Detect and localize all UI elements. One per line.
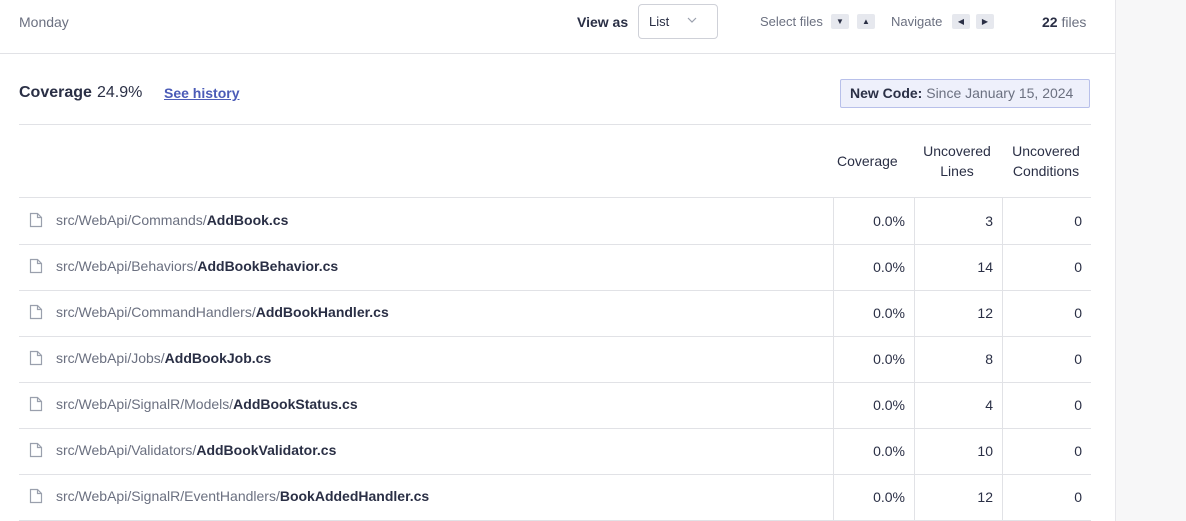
column-header-uncovered-conditions-line1: Uncovered xyxy=(1012,143,1080,159)
file-directory: src/WebApi/CommandHandlers/ xyxy=(56,304,256,320)
table-row[interactable]: src/WebApi/CommandHandlers/AddBookHandle… xyxy=(19,290,1091,337)
uncovered-conditions-cell[interactable]: 0 xyxy=(1074,397,1082,413)
right-panel xyxy=(1115,0,1186,521)
uncovered-lines-cell[interactable]: 3 xyxy=(985,213,993,229)
coverage-cell: 0.0% xyxy=(873,443,905,459)
column-header-uncovered-lines-line2: Lines xyxy=(940,163,974,179)
file-count-unit: files xyxy=(1061,14,1087,30)
file-directory: src/WebApi/Validators/ xyxy=(56,442,197,458)
file-path-link[interactable]: src/WebApi/SignalR/Models/AddBookStatus.… xyxy=(56,396,358,412)
coverage-cell: 0.0% xyxy=(873,351,905,367)
file-directory: src/WebApi/Jobs/ xyxy=(56,350,165,366)
file-count: 22 files xyxy=(1042,14,1086,30)
table-row[interactable]: src/WebApi/Behaviors/AddBookBehavior.cs 0… xyxy=(19,244,1091,291)
uncovered-conditions-cell[interactable]: 0 xyxy=(1074,259,1082,275)
file-count-number: 22 xyxy=(1042,14,1058,30)
coverage-cell: 0.0% xyxy=(873,213,905,229)
view-as-select[interactable]: List xyxy=(638,4,718,39)
file-icon xyxy=(29,212,43,228)
file-path-link[interactable]: src/WebApi/SignalR/EventHandlers/BookAdd… xyxy=(56,488,429,504)
file-directory: src/WebApi/Behaviors/ xyxy=(56,258,198,274)
coverage-cell: 0.0% xyxy=(873,397,905,413)
file-path-link[interactable]: src/WebApi/Jobs/AddBookJob.cs xyxy=(56,350,271,366)
coverage-cell: 0.0% xyxy=(873,259,905,275)
file-name: AddBookHandler.cs xyxy=(255,304,389,320)
coverage-value: 24.9% xyxy=(97,84,143,101)
new-code-label: New Code: xyxy=(850,85,923,101)
file-icon xyxy=(29,350,43,366)
file-name: BookAddedHandler.cs xyxy=(279,488,430,504)
file-icon xyxy=(29,488,43,504)
uncovered-lines-cell[interactable]: 10 xyxy=(977,443,993,459)
coverage-label: Coverage xyxy=(19,84,92,101)
column-header-uncovered-lines-line1: Uncovered xyxy=(923,143,991,159)
period-label: Monday xyxy=(19,14,69,30)
uncovered-lines-cell[interactable]: 8 xyxy=(985,351,993,367)
table-header: Coverage Uncovered Lines Uncovered Condi… xyxy=(19,125,1091,198)
coverage-cell: 0.0% xyxy=(873,305,905,321)
uncovered-conditions-cell[interactable]: 0 xyxy=(1074,443,1082,459)
select-files-label: Select files xyxy=(760,14,823,29)
uncovered-lines-cell[interactable]: 14 xyxy=(977,259,993,275)
file-path-link[interactable]: src/WebApi/CommandHandlers/AddBookHandle… xyxy=(56,304,389,320)
arrow-right-icon[interactable]: ▶ xyxy=(976,14,994,29)
uncovered-conditions-cell[interactable]: 0 xyxy=(1074,351,1082,367)
table-row[interactable]: src/WebApi/SignalR/Models/AddBookStatus.… xyxy=(19,382,1091,429)
table-row[interactable]: src/WebApi/Jobs/AddBookJob.cs 0.0% 8 0 xyxy=(19,336,1091,383)
new-code-badge: New Code: Since January 15, 2024 xyxy=(840,79,1090,108)
file-icon xyxy=(29,258,43,274)
column-header-uncovered-conditions[interactable]: Uncovered Conditions xyxy=(1006,141,1086,181)
file-path-link[interactable]: src/WebApi/Validators/AddBookValidator.c… xyxy=(56,442,336,458)
file-name: AddBookValidator.cs xyxy=(196,442,337,458)
table-row[interactable]: src/WebApi/Commands/AddBook.cs 0.0% 3 0 xyxy=(19,198,1091,245)
file-icon xyxy=(29,304,43,320)
view-as-label: View as xyxy=(577,14,629,30)
file-directory: src/WebApi/SignalR/Models/ xyxy=(56,396,234,412)
uncovered-lines-cell[interactable]: 12 xyxy=(977,305,993,321)
file-directory: src/WebApi/Commands/ xyxy=(56,212,207,228)
column-header-uncovered-conditions-line2: Conditions xyxy=(1012,163,1080,179)
file-icon xyxy=(29,442,43,458)
file-name: AddBookStatus.cs xyxy=(233,396,358,412)
uncovered-conditions-cell[interactable]: 0 xyxy=(1074,213,1082,229)
uncovered-lines-cell[interactable]: 12 xyxy=(977,489,993,505)
navigate-label: Navigate xyxy=(891,14,943,29)
file-name: AddBookBehavior.cs xyxy=(197,258,339,274)
arrow-up-icon[interactable]: ▲ xyxy=(857,14,875,29)
uncovered-conditions-cell[interactable]: 0 xyxy=(1074,489,1082,505)
coverage-summary: Coverage 24.9% See history New Code: Sin… xyxy=(19,79,1091,125)
file-name: AddBookJob.cs xyxy=(164,350,272,366)
file-icon xyxy=(29,396,43,412)
table-row[interactable]: src/WebApi/Validators/AddBookValidator.c… xyxy=(19,428,1091,475)
uncovered-lines-cell[interactable]: 4 xyxy=(985,397,993,413)
file-directory: src/WebApi/SignalR/EventHandlers/ xyxy=(56,488,280,504)
file-name: AddBook.cs xyxy=(206,212,289,228)
main-panel: Monday View as List Select files ▼ ▲ Nav… xyxy=(0,0,1115,521)
toolbar: Monday View as List Select files ▼ ▲ Nav… xyxy=(0,0,1115,54)
coverage-cell: 0.0% xyxy=(873,489,905,505)
chevron-down-icon xyxy=(687,15,697,28)
uncovered-conditions-cell[interactable]: 0 xyxy=(1074,305,1082,321)
view-as-value: List xyxy=(649,14,670,29)
file-path-link[interactable]: src/WebApi/Commands/AddBook.cs xyxy=(56,212,288,228)
column-header-coverage[interactable]: Coverage xyxy=(837,151,898,171)
column-header-uncovered-lines[interactable]: Uncovered Lines xyxy=(917,141,997,181)
arrow-left-icon[interactable]: ◀ xyxy=(952,14,970,29)
new-code-value: Since January 15, 2024 xyxy=(926,85,1074,101)
see-history-link[interactable]: See history xyxy=(164,85,239,101)
file-path-link[interactable]: src/WebApi/Behaviors/AddBookBehavior.cs xyxy=(56,258,338,274)
table-row[interactable]: src/WebApi/SignalR/EventHandlers/BookAdd… xyxy=(19,474,1091,521)
arrow-down-icon[interactable]: ▼ xyxy=(831,14,849,29)
